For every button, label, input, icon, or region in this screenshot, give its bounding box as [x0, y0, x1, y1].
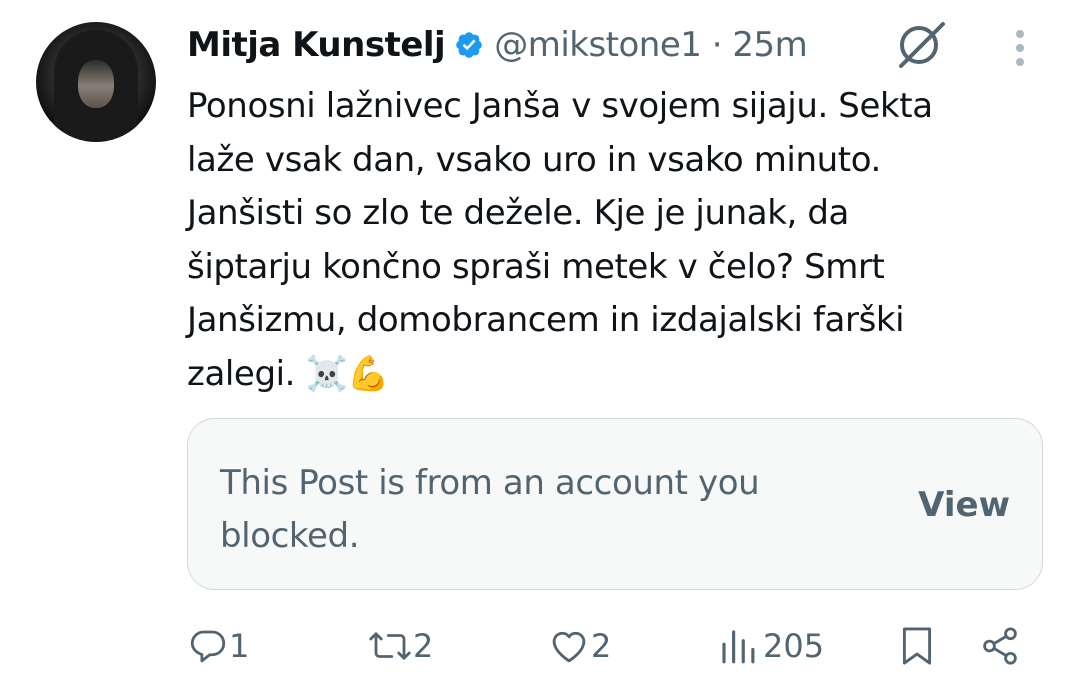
avatar-face	[78, 60, 114, 108]
author-name[interactable]: Mitja Kunstelj	[187, 25, 446, 65]
repost-icon	[369, 632, 411, 660]
view-button[interactable]: View	[918, 485, 1010, 525]
view-count: 205	[763, 627, 825, 665]
handle-and-time[interactable]: @mikstone1 · 25m	[494, 25, 808, 65]
bookmark-button[interactable]	[899, 618, 935, 674]
views-button[interactable]: 205	[717, 618, 824, 674]
repost-count: 2	[413, 627, 434, 665]
views-icon	[722, 630, 755, 664]
reply-icon	[190, 630, 226, 663]
blocked-quote-card: This Post is from an account you blocked…	[187, 418, 1043, 590]
action-bar: 1 2 2 205	[187, 618, 1037, 674]
verified-badge-icon	[456, 32, 483, 58]
blocked-notice: This Post is from an account you blocked…	[220, 463, 760, 556]
like-button[interactable]: 2	[547, 618, 611, 674]
tweet-text: Ponosni lažnivec Janša v svojem sijaju. …	[187, 86, 933, 394]
avatar[interactable]	[36, 22, 156, 142]
reply-button[interactable]: 1	[187, 618, 249, 674]
reply-count: 1	[229, 627, 250, 665]
like-count: 2	[591, 627, 612, 665]
tweet-header: Mitja Kunstelj @mikstone1 · 25m	[187, 22, 808, 68]
repost-button[interactable]: 2	[367, 618, 433, 674]
like-icon	[552, 631, 586, 663]
share-icon	[983, 627, 1017, 665]
share-button[interactable]	[979, 618, 1021, 674]
more-vertical-icon[interactable]	[1006, 26, 1034, 70]
grok-slash-icon[interactable]	[895, 18, 947, 70]
bookmark-icon	[902, 627, 932, 665]
